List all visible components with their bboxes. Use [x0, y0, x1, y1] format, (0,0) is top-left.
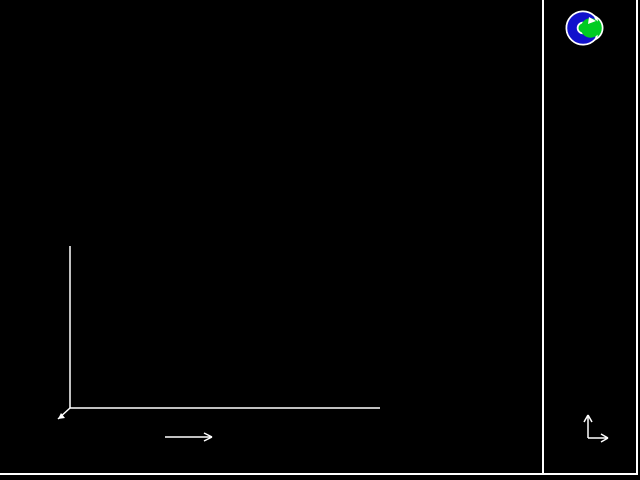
- legend-color-bar: [549, 118, 562, 370]
- reference-vector-arrow-icon: [160, 429, 220, 445]
- plot-origin-axes: [40, 238, 400, 438]
- photon-logo-icon: [562, 6, 612, 52]
- xy-axis-indicator: [575, 390, 635, 450]
- window-right-border: [636, 0, 638, 474]
- photon-window: [0, 0, 640, 480]
- window-bottom-border: [0, 473, 638, 475]
- panel-divider: [542, 0, 544, 474]
